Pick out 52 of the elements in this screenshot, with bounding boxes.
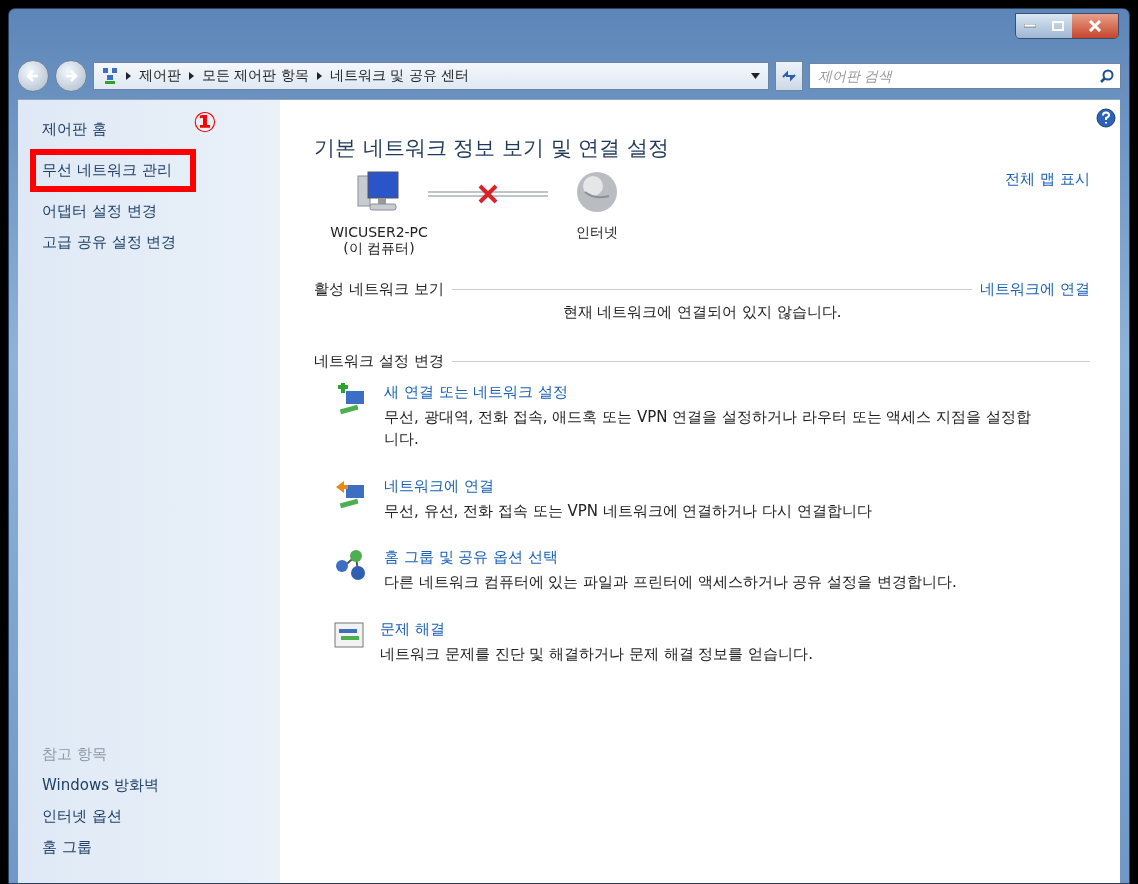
node-label: WICUSER2-PC [330,224,428,240]
refresh-button[interactable] [775,61,803,91]
back-button[interactable] [17,60,49,92]
search-icon[interactable] [1100,69,1114,83]
dropdown-arrow-icon[interactable] [751,73,760,79]
task-description: 네트워크 문제를 진단 및 해결하거나 문제 해결 정보를 얻습니다. [380,644,813,665]
section-heading: 활성 네트워크 보기 [314,280,444,299]
step-number: ① [193,106,217,139]
close-icon [1088,20,1102,32]
breadcrumb-arrow-icon [316,72,322,80]
task-link[interactable]: 문제 해결 [380,620,445,639]
sidebar-link[interactable]: 제어판 홈 [30,114,119,145]
troubleshoot-icon [334,620,364,650]
address-bar[interactable]: 제어판 모든 제어판 항목 네트워크 및 공유 센터 [93,62,769,90]
section-heading: 네트워크 설정 변경 [314,352,444,371]
see-also-heading: 참고 항목 [42,744,108,765]
globe-icon [575,170,619,214]
network-icon [102,67,118,85]
refresh-icon [781,69,797,83]
page-title: 기본 네트워크 정보 보기 및 연결 설정 [314,135,671,162]
forward-arrow-icon [64,70,78,82]
task-link[interactable]: 네트워크에 연결 [384,476,494,496]
task-description: 무선, 유선, 전화 접속 또는 VPN 네트워크에 연결하거나 다시 연결합니다 [384,500,872,522]
task-description: 다른 네트워크 컴퓨터에 있는 파일과 프린터에 액세스하거나 공유 설정을 변경합니다. [384,572,957,594]
close-button[interactable] [1072,14,1118,38]
forward-button[interactable] [55,60,87,92]
breadcrumb-arrow-icon [126,72,131,80]
connection-status: 현재 네트워크에 연결되어 있지 않습니다. [561,303,843,322]
breadcrumb-item[interactable]: 네트워크 및 공유 센터 [329,67,470,85]
minimize-icon [1024,24,1036,28]
sidebar-link[interactable]: 어댑터 설정 변경 [30,196,169,227]
sidebar-link[interactable]: 고급 공유 설정 변경 [30,227,189,258]
node-sublabel: (이 컴퓨터) [343,240,415,258]
maximize-icon [1052,21,1064,31]
breadcrumb-item[interactable]: 제어판 [139,67,181,85]
help-icon[interactable] [1096,108,1116,128]
sidebar-link[interactable]: 홈 그룹 [30,832,104,863]
computer-icon [356,170,402,214]
task-link[interactable]: 홈 그룹 및 공유 옵션 선택 [384,548,558,568]
node-label: 인터넷 [576,224,618,242]
breadcrumb-arrow-icon [189,72,194,80]
back-arrow-icon [26,70,40,82]
task-link[interactable]: 새 연결 또는 네트워크 설정 [384,383,569,402]
sidebar-link[interactable]: Windows 방화벽 [30,770,171,801]
sidebar-link[interactable]: 무선 네트워크 관리 [30,149,196,192]
full-map-link[interactable]: 전체 맵 표시 [1005,170,1090,189]
homegroup-icon [334,548,368,583]
task-description: 무선, 광대역, 전화 접속, 애드혹 또는 VPN 연결을 설정하거나 라우터 또는 액세스 지점을 설정합니다. [384,407,1032,450]
search-field[interactable]: 제어판 검색 [809,63,1121,89]
connect-link[interactable]: 네트워크에 연결 [980,280,1090,299]
sidebar-link[interactable]: 인터넷 옵션 [30,801,134,832]
breadcrumb-item[interactable]: 모든 제어판 항목 [202,67,309,85]
